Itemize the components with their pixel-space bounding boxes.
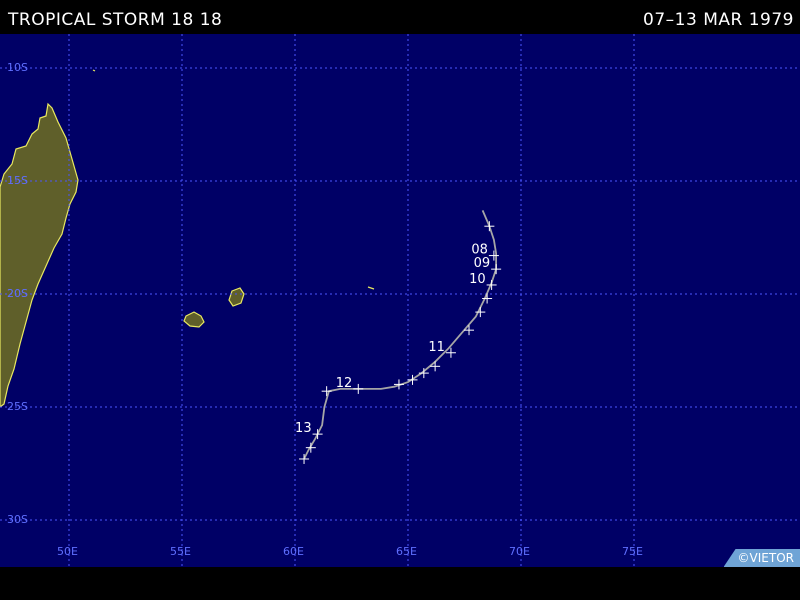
track-position-marker — [491, 264, 502, 275]
track-line — [303, 210, 498, 460]
day-label: 10 — [469, 272, 486, 287]
track-map: 08 09 10 11 12 13 10S 15S 20S 25S 30S 50E 55E… — [0, 34, 800, 567]
rodrigues-island — [367, 286, 375, 290]
map-canvas: 080910111213 — [0, 34, 800, 567]
mauritius-island — [228, 287, 245, 307]
track-position-marker — [418, 368, 429, 379]
day-label: 13 — [295, 421, 312, 436]
madagascar — [0, 102, 79, 408]
storm-title: TROPICAL STORM 18 18 — [8, 10, 223, 30]
reunion-island — [183, 311, 205, 328]
lon-label-50e: 50E — [57, 545, 78, 558]
track-position-marker — [353, 383, 364, 394]
track-position-marker — [484, 221, 495, 232]
lat-lon-grid — [0, 34, 800, 567]
track-position-marker — [488, 250, 499, 261]
lon-label-55e: 55E — [170, 545, 191, 558]
small-island — [92, 69, 96, 72]
track-position-marker — [393, 379, 404, 390]
track-position-marker — [430, 361, 441, 372]
lat-label-20s: 20S — [7, 287, 28, 300]
day-label: 12 — [336, 376, 353, 391]
lon-label-75e: 75E — [622, 545, 643, 558]
lon-label-60e: 60E — [283, 545, 304, 558]
day-label: 11 — [428, 340, 445, 355]
lon-label-65e: 65E — [396, 545, 417, 558]
lon-label-70e: 70E — [509, 545, 530, 558]
track-position-marker — [486, 279, 497, 290]
track-position-marker — [464, 325, 475, 336]
date-range: 07–13 MAR 1979 — [643, 10, 794, 30]
landmasses — [0, 69, 375, 408]
lat-label-30s: 30S — [7, 513, 28, 526]
track-position-marker — [321, 386, 332, 397]
day-label: 09 — [474, 256, 491, 271]
track-position-marker — [299, 453, 310, 464]
storm-track: 080910111213 — [295, 210, 502, 464]
lat-label-10s: 10S — [7, 61, 28, 74]
track-position-marker — [312, 429, 323, 440]
credit-badge: ©VIETOR — [723, 549, 800, 567]
lat-label-25s: 25S — [7, 400, 28, 413]
lat-label-15s: 15S — [7, 174, 28, 187]
